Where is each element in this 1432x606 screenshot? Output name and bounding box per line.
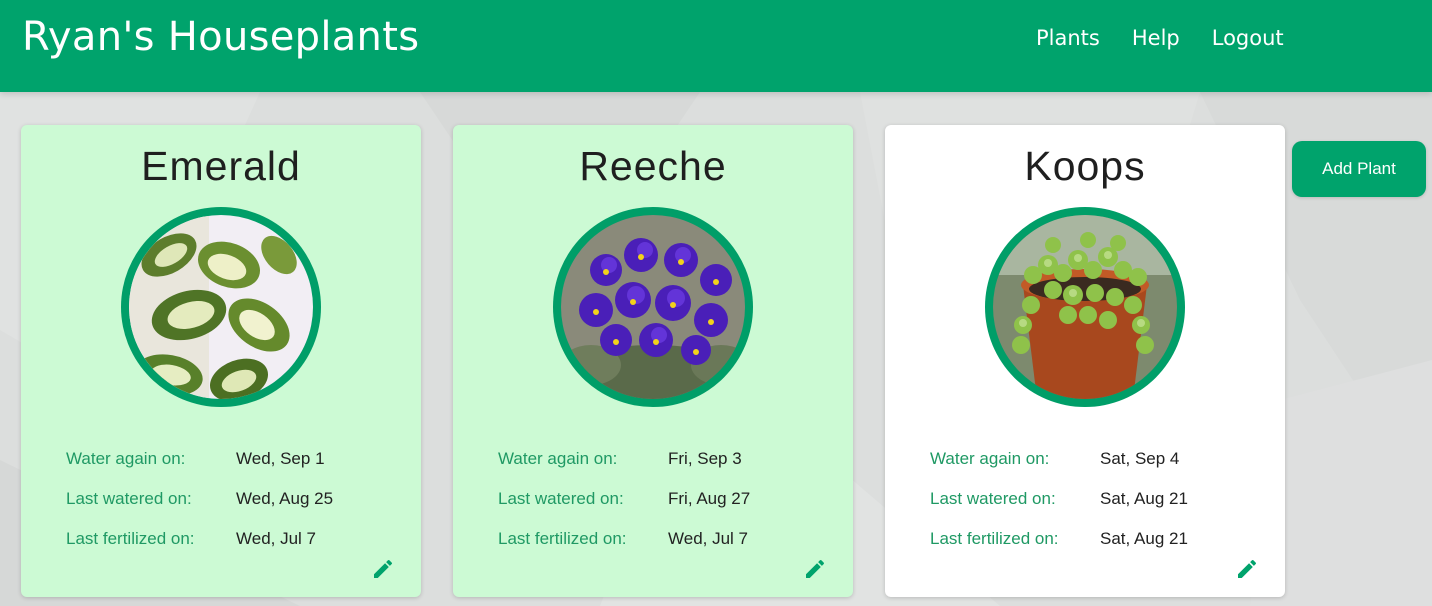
water-again-label: Water again on: xyxy=(66,449,186,468)
plant-info: Water again on: Sat, Sep 4 Last watered … xyxy=(930,439,1250,559)
plant-card[interactable]: Emerald Water again on: Wed, Sep 1 Last … xyxy=(21,125,421,597)
pencil-icon xyxy=(806,559,825,578)
last-watered-label: Last watered on: xyxy=(498,489,624,508)
last-fertilized-value: Sat, Aug 21 xyxy=(1100,529,1188,548)
water-again-value: Wed, Sep 1 xyxy=(236,449,325,468)
last-watered-row: Last watered on: Fri, Aug 27 xyxy=(498,479,818,519)
plant-photo-frame xyxy=(121,207,321,407)
last-watered-label: Last watered on: xyxy=(930,489,1056,508)
plant-card[interactable]: Koops Water again on: Sat, Sep 4 Last wa… xyxy=(885,125,1285,597)
plant-name: Emerald xyxy=(141,143,301,189)
last-fertilized-row: Last fertilized on: Wed, Jul 7 xyxy=(498,519,818,559)
top-navbar: Ryan's Houseplants Plants Help Logout xyxy=(0,0,1432,92)
plant-photo-frame xyxy=(553,207,753,407)
add-plant-button[interactable]: Add Plant xyxy=(1292,141,1426,197)
nav-link-plants[interactable]: Plants xyxy=(1036,26,1100,50)
last-fertilized-row: Last fertilized on: Sat, Aug 21 xyxy=(930,519,1250,559)
edit-plant-button[interactable] xyxy=(1235,557,1259,581)
last-fertilized-label: Last fertilized on: xyxy=(930,529,1059,548)
nav-link-logout[interactable]: Logout xyxy=(1212,26,1284,50)
plant-photo xyxy=(561,215,745,399)
last-fertilized-row: Last fertilized on: Wed, Jul 7 xyxy=(66,519,386,559)
edit-plant-button[interactable] xyxy=(803,557,827,581)
app-title[interactable]: Ryan's Houseplants xyxy=(22,14,419,60)
plant-info: Water again on: Fri, Sep 3 Last watered … xyxy=(498,439,818,559)
last-watered-value: Wed, Aug 25 xyxy=(236,489,334,508)
last-watered-value: Sat, Aug 21 xyxy=(1100,489,1188,508)
water-again-label: Water again on: xyxy=(498,449,618,468)
edit-plant-button[interactable] xyxy=(371,557,395,581)
last-fertilized-value: Wed, Jul 7 xyxy=(668,529,749,548)
last-fertilized-value: Wed, Jul 7 xyxy=(236,529,317,548)
last-watered-value: Fri, Aug 27 xyxy=(668,489,751,508)
last-watered-row: Last watered on: Sat, Aug 21 xyxy=(930,479,1250,519)
last-watered-row: Last watered on: Wed, Aug 25 xyxy=(66,479,386,519)
last-fertilized-label: Last fertilized on: xyxy=(498,529,627,548)
water-again-value: Sat, Sep 4 xyxy=(1100,449,1180,468)
pencil-icon xyxy=(374,559,393,578)
water-again-row: Water again on: Fri, Sep 3 xyxy=(498,439,818,479)
water-again-row: Water again on: Sat, Sep 4 xyxy=(930,439,1250,479)
last-fertilized-label: Last fertilized on: xyxy=(66,529,195,548)
water-again-row: Water again on: Wed, Sep 1 xyxy=(66,439,386,479)
pencil-icon xyxy=(1238,559,1257,578)
nav-links: Plants Help Logout xyxy=(1036,26,1284,50)
plant-info: Water again on: Wed, Sep 1 Last watered … xyxy=(66,439,386,559)
plant-photo-frame xyxy=(985,207,1185,407)
water-again-label: Water again on: xyxy=(930,449,1050,468)
plant-card[interactable]: Reeche Water again on: Fri, Sep 3 Last w… xyxy=(453,125,853,597)
plant-photo xyxy=(993,215,1177,399)
water-again-value: Fri, Sep 3 xyxy=(668,449,742,468)
last-watered-label: Last watered on: xyxy=(66,489,192,508)
nav-link-help[interactable]: Help xyxy=(1132,26,1180,50)
plant-name: Reeche xyxy=(579,143,727,189)
plant-name: Koops xyxy=(1024,143,1146,189)
plant-photo xyxy=(129,215,313,399)
